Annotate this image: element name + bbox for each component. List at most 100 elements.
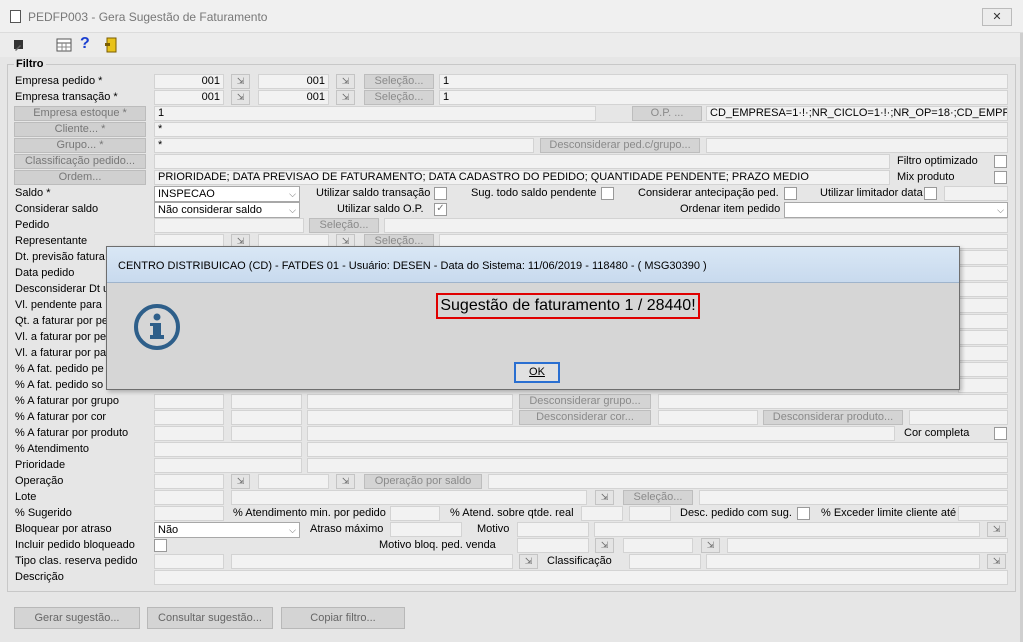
pct-grupo-1-field[interactable] [154,394,224,409]
pin-icon[interactable] [12,38,26,52]
motivo-2-field[interactable] [594,522,980,537]
right-field-346[interactable] [958,346,1008,361]
operacao-desc-field[interactable] [488,474,1008,489]
right-field-314[interactable] [958,314,1008,329]
exit-door-icon[interactable] [104,37,118,53]
empresa-pedido-1-field[interactable]: 001 [154,74,224,89]
bloquear-atraso-select[interactable]: Não ⌵ [154,522,300,538]
pct-grupo-desc-field[interactable] [658,394,1008,409]
cliente-field[interactable]: * [154,122,1008,137]
desconsiderar-ped-button[interactable]: Desconsiderar ped.c/grupo... [540,138,700,153]
pct-exceder-field[interactable] [958,506,1008,521]
op-field[interactable]: CD_EMPRESA=1·!·;NR_CICLO=1·!·;NR_OP=18·;… [706,106,1008,121]
motivo-bloq-2-field[interactable] [623,538,693,553]
classificacao-pedido-field[interactable] [154,154,890,169]
filtro-optimizado-checkbox[interactable] [994,155,1007,168]
zoom-motivo-bloq-2[interactable]: ⇲ [701,538,720,553]
grupo-button[interactable]: Grupo... * [14,138,146,153]
zoom-empresa-pedido-1[interactable]: ⇲ [231,74,250,89]
pct-atendimento-2-field[interactable] [307,442,1008,457]
zoom-motivo[interactable]: ⇲ [987,522,1006,537]
motivo-1-field[interactable] [517,522,589,537]
right-field-330[interactable] [958,330,1008,345]
prioridade-2-field[interactable] [307,458,1008,473]
limitador-data-field[interactable] [944,186,1008,201]
zoom-operacao-1[interactable]: ⇲ [231,474,250,489]
grupo-extra-field[interactable] [706,138,1008,153]
pct-sugerido-field[interactable] [154,506,224,521]
desconsiderar-produto-button[interactable]: Desconsiderar produto... [763,410,903,425]
utilizar-saldo-transacao-checkbox[interactable] [434,187,447,200]
pct-cor-desc-field[interactable] [909,410,1008,425]
utilizar-saldo-op-checkbox[interactable]: ✓ [434,203,447,216]
tipo-clas-2-field[interactable] [231,554,513,569]
selecao-empresa-pedido-button[interactable]: Seleção... [364,74,434,89]
consultar-sugestao-button[interactable]: Consultar sugestão... [147,607,273,629]
ordenar-item-select[interactable]: ⌵ [784,202,1008,218]
right-field-282[interactable] [958,282,1008,297]
operacao-saldo-button[interactable]: Operação por saldo [364,474,482,489]
gerar-sugestao-button[interactable]: Gerar sugestão... [14,607,140,629]
pct-grupo-2-field[interactable] [231,394,302,409]
calculator-icon[interactable] [56,38,72,52]
lote-1-field[interactable] [154,490,224,505]
right-field-266[interactable] [958,266,1008,281]
right-field-250[interactable] [958,250,1008,265]
op-button[interactable]: O.P. ... [632,106,702,121]
selecao-pedido-button[interactable]: Seleção... [309,218,379,233]
pct-grupo-3-field[interactable] [307,394,513,409]
zoom-lote[interactable]: ⇲ [595,490,614,505]
zoom-classificacao[interactable]: ⇲ [987,554,1006,569]
empresa-estoque-button[interactable]: Empresa estoque * [14,106,146,121]
zoom-empresa-transacao-2[interactable]: ⇲ [336,90,355,105]
empresa-pedido-2-field[interactable]: 001 [258,74,329,89]
empresa-estoque-field[interactable]: 1 [154,106,596,121]
right-field-298[interactable] [958,298,1008,313]
classificacao-1-field[interactable] [629,554,701,569]
pct-atend-min-field[interactable] [390,506,440,521]
pct-produto-2-field[interactable] [231,426,302,441]
close-button[interactable]: ✕ [982,8,1012,26]
considerar-saldo-select[interactable]: Não considerar saldo ⌵ [154,202,300,218]
empresa-transacao-desc-field[interactable]: 1 [439,90,1008,105]
pct-atend-sobre-1-field[interactable] [581,506,623,521]
pct-cor-3-field[interactable] [307,410,513,425]
pct-cor-4-field[interactable] [658,410,758,425]
zoom-tipo-clas[interactable]: ⇲ [519,554,538,569]
ok-button[interactable]: OK [514,362,560,383]
lote-desc-field[interactable] [699,490,1008,505]
grupo-field[interactable]: * [154,138,534,153]
pedido-desc-field[interactable] [384,218,1008,233]
right-field-362[interactable] [958,362,1008,377]
pct-atend-sobre-2-field[interactable] [629,506,671,521]
cliente-button[interactable]: Cliente... * [14,122,146,137]
zoom-empresa-pedido-2[interactable]: ⇲ [336,74,355,89]
zoom-operacao-2[interactable]: ⇲ [336,474,355,489]
ordem-field[interactable]: PRIORIDADE; DATA PREVISAO DE FATURAMENTO… [154,170,890,185]
desconsiderar-cor-button[interactable]: Desconsiderar cor... [519,410,651,425]
mix-produto-checkbox[interactable] [994,171,1007,184]
pct-produto-3-field[interactable] [307,426,895,441]
utilizar-limitador-checkbox[interactable] [924,187,937,200]
cor-completa-checkbox[interactable] [994,427,1007,440]
motivo-bloq-desc-field[interactable] [727,538,1008,553]
operacao-2-field[interactable] [258,474,329,489]
help-icon[interactable]: ? [80,35,94,53]
lote-2-field[interactable] [231,490,587,505]
ordem-button[interactable]: Ordem... [14,170,146,185]
considerar-antecipacao-checkbox[interactable] [784,187,797,200]
atraso-maximo-field[interactable] [390,522,462,537]
pct-produto-1-field[interactable] [154,426,224,441]
tipo-clas-1-field[interactable] [154,554,224,569]
copiar-filtro-button[interactable]: Copiar filtro... [281,607,405,629]
descricao-field[interactable] [154,570,1008,585]
empresa-transacao-2-field[interactable]: 001 [258,90,329,105]
sug-todo-saldo-checkbox[interactable] [601,187,614,200]
pedido-field[interactable] [154,218,304,233]
selecao-empresa-transacao-button[interactable]: Seleção... [364,90,434,105]
motivo-bloq-1-field[interactable] [517,538,589,553]
saldo-select[interactable]: INSPECAO ⌵ [154,186,300,202]
incluir-bloqueado-checkbox[interactable] [154,539,167,552]
classificacao-2-field[interactable] [706,554,980,569]
desc-pedido-sug-checkbox[interactable] [797,507,810,520]
